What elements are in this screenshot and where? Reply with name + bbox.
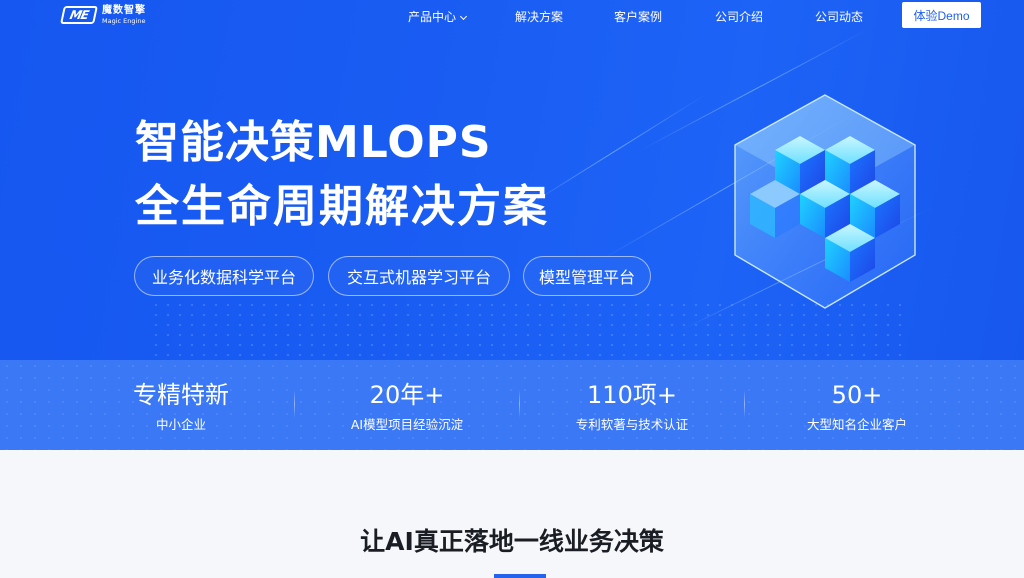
section-title: 让AI真正落地一线业务决策 [360,527,664,556]
pill-ml-platform[interactable]: 交互式机器学习平台 [328,256,510,296]
hero-banner: ME 魔数智擎 Magic Engine 产品中心 解决方案 客户案例 公司介绍… [0,0,1024,360]
nav-item-about[interactable]: 公司介绍 [715,8,763,25]
stat-label: AI模型项目经验沉淀 [350,417,464,432]
stat-item: 50+ 大型知名企业客户 [752,378,962,433]
pill-model-management[interactable]: 模型管理平台 [523,256,651,296]
logo-name-en: Magic Engine [102,17,146,25]
chevron-down-icon [459,12,468,21]
stat-label: 中小企业 [155,417,206,432]
logo[interactable]: ME 魔数智擎 Magic Engine [60,6,146,25]
stat-item: 专精特新 中小企业 [76,378,286,433]
stat-value: 50+ [831,381,883,409]
stat-item: 20年+ AI模型项目经验沉淀 [302,378,512,433]
stat-label: 大型知名企业客户 [806,417,907,432]
divider [744,390,745,418]
intro-section: 让AI真正落地一线业务决策 [0,450,1024,578]
nav-item-news[interactable]: 公司动态 [815,8,863,25]
try-demo-button[interactable]: 体验Demo [902,2,981,28]
stat-value: 110项+ [587,381,677,409]
nav-item-solutions[interactable]: 解决方案 [515,8,563,25]
glass-cube-illustration [720,90,930,315]
logo-text: 魔数智擎 Magic Engine [102,6,146,25]
stats-bar: 专精特新 中小企业 20年+ AI模型项目经验沉淀 110项+ 专利软著与技术认… [0,360,1024,450]
nav-item-products[interactable]: 产品中心 [408,8,468,25]
nav-item-label: 产品中心 [408,10,457,24]
stat-label: 专利软著与技术认证 [575,417,689,432]
top-nav: ME 魔数智擎 Magic Engine 产品中心 解决方案 客户案例 公司介绍… [0,0,1024,32]
hero-title-line1: 智能决策MLOPS [135,117,492,168]
stat-value: 专精特新 [133,381,229,409]
hero-title-line2: 全生命周期解决方案 [135,181,549,232]
stat-item: 110项+ 专利软著与技术认证 [527,378,737,433]
stat-value: 20年+ [369,381,445,409]
logo-name-cn: 魔数智擎 [102,5,146,16]
divider [294,390,295,418]
nav-item-cases[interactable]: 客户案例 [614,8,662,25]
magic-engine-logo-icon: ME [60,6,98,25]
divider [519,390,520,418]
title-underline [494,574,546,578]
pill-data-science-platform[interactable]: 业务化数据科学平台 [134,256,314,296]
